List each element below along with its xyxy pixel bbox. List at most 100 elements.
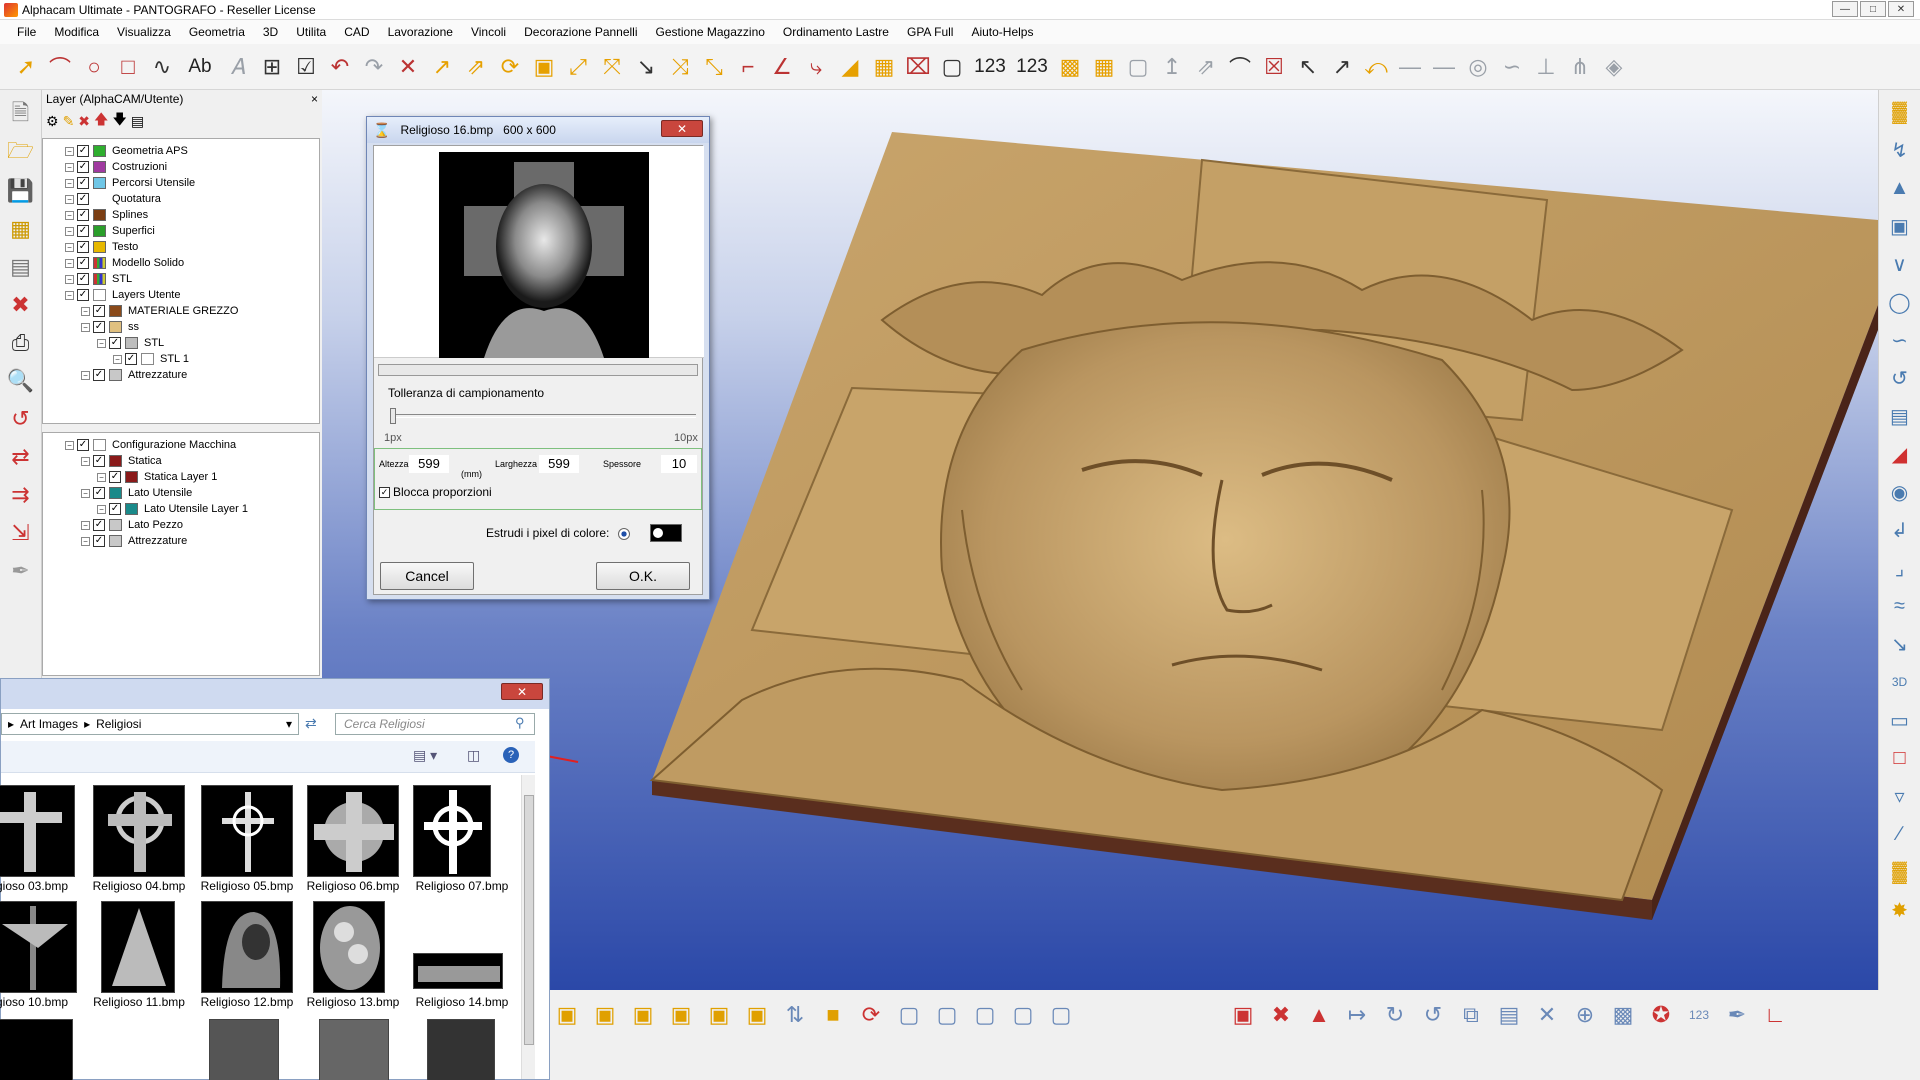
layer-visibility-checkbox[interactable]: ✓ [77,209,89,221]
scale-icon[interactable]: ▣ [528,50,560,84]
line-end-icon[interactable]: — [1428,50,1460,84]
view-left-icon[interactable]: ▣ [664,998,698,1032]
menu-cad[interactable]: CAD [335,21,378,43]
box-icon[interactable]: ▢ [1122,50,1154,84]
wire-box-4-icon[interactable]: ▢ [1006,998,1040,1032]
layer-visibility-checkbox[interactable]: ✓ [109,337,121,349]
swarf-icon[interactable]: ↲ [1885,514,1915,546]
menu-file[interactable]: File [8,21,45,43]
layer-visibility-checkbox[interactable]: ✓ [77,161,89,173]
convert-icon[interactable]: ⇉ [6,478,36,512]
drill-icon[interactable]: ◯ [1885,286,1915,318]
arrow-up-icon[interactable]: ↥ [1156,50,1188,84]
maximize-button[interactable]: □ [1860,1,1886,17]
move-down-icon[interactable]: 🡇 [112,109,126,133]
expand-toggle-icon[interactable]: − [65,440,74,450]
solid-up-icon[interactable]: ▲ [1302,998,1336,1032]
import-icon[interactable]: ↺ [6,402,36,436]
file-label-religioso-05[interactable]: Religioso 05.bmp [192,879,302,893]
numbering-icon[interactable]: 123 [970,50,1010,84]
new-file-icon[interactable]: 🗎 [6,98,36,132]
layer-node[interactable]: − ✓ Configurazione Macchina [43,437,319,453]
thumbnail-religioso-19[interactable] [427,1019,495,1080]
wave-icon[interactable]: ≈ [1885,590,1915,622]
extend-icon[interactable]: ↘ [630,50,662,84]
layer-node[interactable]: − ✓ Statica [43,453,319,469]
layer-visibility-checkbox[interactable]: ✓ [109,503,121,515]
solid-center-icon[interactable]: ⊕ [1568,998,1602,1032]
layer-node[interactable]: − ✓ Testo [43,239,319,255]
menu-aiuto-helps[interactable]: Aiuto-Helps [962,21,1042,43]
wire-box-1-icon[interactable]: ▢ [892,998,926,1032]
properties-icon[interactable]: ▤ [131,113,144,130]
file-label-religioso-12[interactable]: Religioso 12.bmp [192,995,302,1009]
layer-visibility-checkbox[interactable]: ✓ [77,439,89,451]
file-label-religioso-03[interactable]: eligioso 03.bmp [0,879,81,893]
text-style-icon[interactable]: 𝐴 [222,50,254,84]
layer-visibility-checkbox[interactable]: ✓ [77,225,89,237]
breadcrumb-religiosi[interactable]: Religiosi [96,717,141,731]
break-icon[interactable]: ⤨ [664,50,696,84]
expand-toggle-icon[interactable]: − [65,210,74,220]
layer-node[interactable]: − ✓ Statica Layer 1 [43,469,319,485]
view-right-icon[interactable]: ▣ [702,998,736,1032]
tolerance-slider[interactable] [390,414,696,418]
rotate-icon[interactable]: ⟳ [494,50,526,84]
expand-toggle-icon[interactable]: − [65,194,74,204]
thickness-input[interactable]: 10 [661,455,697,473]
undo-icon[interactable]: ↶ [324,50,356,84]
delete-file-icon[interactable]: ✖ [6,288,36,322]
quadrant-icon[interactable]: ◈ [1598,50,1630,84]
layer-node[interactable]: − ✓ STL [43,271,319,287]
thumbnail-religioso-07[interactable] [413,785,491,877]
expand-toggle-icon[interactable]: − [65,274,74,284]
solid-axis-icon[interactable]: ∟ [1758,998,1792,1032]
layer-visibility-checkbox[interactable]: ✓ [77,257,89,269]
nc-file-icon[interactable]: ▤ [6,250,36,284]
layer-node[interactable]: − ✓ Superfici [43,223,319,239]
measure-icon[interactable]: ⇲ [6,516,36,550]
grid-icon[interactable]: ⊞ [256,50,288,84]
layer-visibility-checkbox[interactable]: ✓ [125,353,137,365]
help-cursor-icon[interactable]: ↗ [1326,50,1358,84]
layer-node[interactable]: − ✓ Lato Utensile [43,485,319,501]
arc-icon[interactable]: ⌒ [44,50,76,84]
3d-machining-icon[interactable]: 3D [1885,666,1915,698]
file-label-religioso-04[interactable]: Religioso 04.bmp [84,879,194,893]
profile-icon[interactable]: ∨ [1885,248,1915,280]
select-cross-icon[interactable]: ☒ [1258,50,1290,84]
open-folder-icon[interactable]: 🗁 [6,136,36,170]
renumber-icon[interactable]: 123 [1012,50,1052,84]
menu-gestione-magazzino[interactable]: Gestione Magazzino [647,21,774,43]
search-input[interactable]: Cerca Religiosi [335,713,535,735]
address-dropdown-icon[interactable]: ▾ [286,717,292,731]
extrude-color-swatch[interactable] [650,524,682,542]
offset-icon[interactable]: ⤷ [800,50,832,84]
layer-visibility-checkbox[interactable]: ✓ [77,273,89,285]
thumbnail-religioso-15[interactable] [0,1019,73,1080]
solid-stack-icon[interactable]: ▤ [1492,998,1526,1032]
remove-layer-icon[interactable]: ✖ [78,113,90,130]
tolerance-slider-thumb[interactable] [390,408,396,424]
expand-toggle-icon[interactable]: − [81,370,90,380]
file-label-religioso-07[interactable]: Religioso 07.bmp [407,879,517,893]
menu-3d[interactable]: 3D [254,21,287,43]
layer-visibility-checkbox[interactable]: ✓ [93,369,105,381]
expand-toggle-icon[interactable]: − [81,322,90,332]
thumbnail-religioso-11[interactable] [101,901,175,993]
menu-gpa-full[interactable]: GPA Full [898,21,962,43]
layer-node[interactable]: − ✓ STL 1 [43,351,319,367]
expand-toggle-icon[interactable]: − [81,520,90,530]
pen-icon[interactable]: ✒ [6,554,36,588]
expand-toggle-icon[interactable]: − [81,488,90,498]
layer-visibility-checkbox[interactable]: ✓ [77,289,89,301]
hatch-icon[interactable]: ◢ [834,50,866,84]
layer-visibility-checkbox[interactable]: ✓ [93,487,105,499]
breadcrumb-art-images[interactable]: Art Images [20,717,78,731]
fillet-icon[interactable]: ⌐ [732,50,764,84]
snap-icon[interactable]: ⤺ [1360,50,1392,84]
layer-visibility-checkbox[interactable]: ✓ [77,241,89,253]
layer-node[interactable]: − ✓ Attrezzature [43,367,319,383]
thumbnail-religioso-10[interactable] [0,901,77,993]
pocket-icon[interactable]: ▣ [1885,210,1915,242]
